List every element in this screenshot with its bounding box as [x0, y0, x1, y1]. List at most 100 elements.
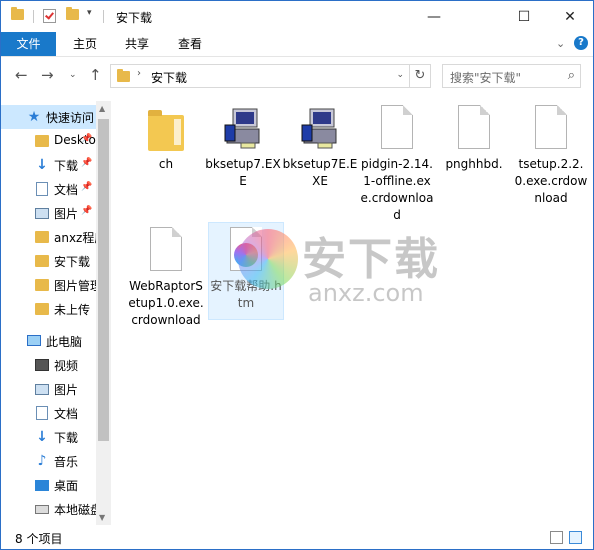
picture-icon	[35, 384, 49, 395]
file-item[interactable]: 安下载帮助.htm	[208, 227, 284, 312]
file-name: pidgin-2.14.1-offline.exe.crdownload	[360, 157, 434, 222]
address-bar[interactable]: › 安下载 ⌄ ↻	[110, 64, 431, 88]
file-name: tsetup.2.2.0.exe.crdownload	[514, 157, 588, 205]
folder-icon	[35, 279, 49, 291]
nav-label: 本地磁盘	[54, 503, 96, 517]
picture-icon	[35, 208, 49, 219]
scroll-up-icon[interactable]: ▲	[99, 104, 105, 113]
folder-icon	[117, 69, 130, 82]
nav-quick-access[interactable]: ★ 快速访问	[1, 105, 96, 129]
nav-scrollbar[interactable]: ▲ ▼	[96, 101, 111, 525]
refresh-icon[interactable]: ↻	[409, 65, 430, 87]
folder-icon	[35, 231, 49, 243]
scroll-down-icon[interactable]: ▼	[99, 513, 105, 522]
divider	[33, 10, 34, 23]
document-icon	[36, 406, 48, 420]
file-item[interactable]: pidgin-2.14.1-offline.exe.crdownload	[359, 105, 435, 224]
computer-icon	[27, 335, 41, 346]
file-icon	[458, 105, 490, 149]
nav-pictures-pc[interactable]: 图片	[1, 377, 96, 401]
chevron-down-icon[interactable]: ⌄	[556, 37, 565, 50]
file-name: ch	[158, 157, 174, 171]
nav-videos[interactable]: 视频	[1, 353, 96, 377]
details-view-icon[interactable]	[550, 531, 563, 544]
tab-share[interactable]: 共享	[119, 32, 155, 56]
new-folder-icon[interactable]	[66, 7, 79, 20]
folder-icon	[148, 110, 184, 151]
file-item[interactable]: bksetup7.EXE	[205, 105, 281, 190]
properties-icon[interactable]	[43, 9, 56, 23]
file-name: pnghhbd.	[445, 157, 503, 171]
up-arrow-icon[interactable]: ↑	[89, 66, 102, 84]
nav-picture-manager[interactable]: 图片管理	[1, 273, 96, 297]
nav-label: 安下载	[54, 255, 91, 269]
chevron-right-icon[interactable]: ›	[137, 68, 141, 79]
nav-local-disk[interactable]: 本地磁盘	[1, 497, 96, 521]
file-name: WebRaptorSetup1.0.exe.crdownload	[128, 279, 204, 327]
nav-downloads[interactable]: ↓ 下载 📌	[1, 153, 96, 177]
file-icon	[150, 227, 182, 271]
setup-exe-icon	[301, 108, 337, 149]
nav-label: 此电脑	[46, 335, 83, 349]
file-list: ch bksetup7.EXE bksetup7E.EXE pidgin-2.1…	[112, 101, 593, 525]
back-arrow-icon[interactable]: ←	[15, 66, 28, 84]
address-path[interactable]: 安下载	[151, 69, 187, 86]
nav-label: 快速访问	[46, 111, 95, 125]
recent-locations-icon[interactable]: ⌄	[69, 70, 77, 80]
tab-home[interactable]: 主页	[67, 32, 103, 56]
address-dropdown-icon[interactable]: ⌄	[396, 70, 404, 80]
nav-anxiazai[interactable]: 安下载	[1, 249, 96, 273]
nav-pictures[interactable]: 图片 📌	[1, 201, 96, 225]
folder-icon	[11, 7, 24, 20]
tab-file[interactable]: 文件	[1, 32, 56, 56]
file-item[interactable]: tsetup.2.2.0.exe.crdownload	[513, 105, 589, 207]
file-icon	[535, 105, 567, 149]
video-icon	[35, 359, 49, 371]
nav-label: 下载	[54, 431, 79, 445]
nav-label: 图片	[54, 383, 79, 397]
help-button[interactable]: ?	[574, 36, 588, 50]
nav-music[interactable]: ♪ 音乐	[1, 449, 96, 473]
divider	[103, 10, 104, 23]
nav-label: 视频	[54, 359, 79, 373]
nav-documents-pc[interactable]: 文档	[1, 401, 96, 425]
customize-toolbar-icon[interactable]: ▾	[87, 8, 92, 18]
forward-arrow-icon[interactable]: →	[41, 66, 54, 84]
nav-label: 未上传	[54, 303, 91, 317]
maximize-button[interactable]: ☐	[501, 1, 547, 32]
nav-label: 音乐	[54, 455, 79, 469]
tab-view[interactable]: 查看	[172, 32, 208, 56]
status-bar: 8 个项目	[1, 527, 593, 549]
nav-desktop[interactable]: Desktop 📌	[1, 129, 96, 153]
file-name: 安下载帮助.htm	[210, 279, 282, 310]
nav-label: 桌面	[54, 479, 79, 493]
folder-icon	[35, 135, 49, 147]
nav-software-disk[interactable]: 软件	[1, 519, 96, 525]
search-input[interactable]: 搜索"安下载"	[450, 69, 521, 86]
download-icon: ↓	[36, 429, 48, 445]
browser-icon	[234, 243, 258, 267]
nav-documents[interactable]: 文档 📌	[1, 177, 96, 201]
close-button[interactable]: ✕	[547, 1, 593, 32]
window-title: 安下载	[116, 11, 153, 25]
search-box[interactable]: 搜索"安下载" ⌕	[442, 64, 581, 88]
scrollbar-thumb[interactable]	[98, 119, 109, 441]
nav-not-uploaded[interactable]: 未上传	[1, 297, 96, 321]
setup-exe-icon	[224, 108, 260, 149]
file-item[interactable]: bksetup7E.EXE	[282, 105, 358, 190]
file-item[interactable]: ch	[128, 105, 204, 173]
folder-icon	[35, 303, 49, 315]
file-item[interactable]: pnghhbd.	[436, 105, 512, 173]
nav-desktop-pc[interactable]: 桌面	[1, 473, 96, 497]
title-bar: ▾ 安下载 — ☐ ✕	[1, 1, 593, 32]
desktop-icon	[35, 480, 49, 491]
watermark-text: 安下载	[302, 234, 440, 285]
nav-downloads-pc[interactable]: ↓ 下载	[1, 425, 96, 449]
nav-this-pc[interactable]: 此电脑	[1, 329, 96, 353]
large-icons-view-icon[interactable]	[569, 531, 582, 544]
disk-icon	[35, 505, 49, 514]
file-item[interactable]: WebRaptorSetup1.0.exe.crdownload	[128, 227, 204, 329]
nav-label: 图片管理	[54, 279, 96, 293]
nav-anxz[interactable]: anxz程序	[1, 225, 96, 249]
minimize-button[interactable]: —	[411, 1, 457, 32]
